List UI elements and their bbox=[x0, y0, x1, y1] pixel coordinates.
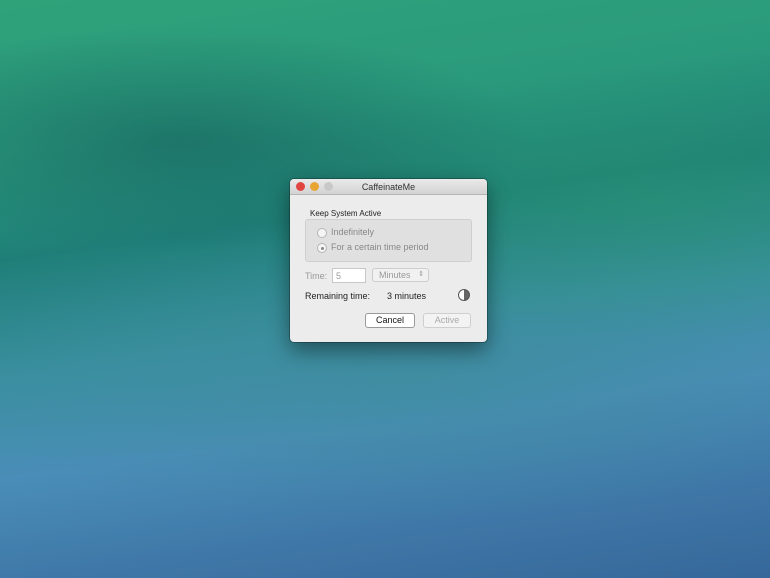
unit-value: Minutes bbox=[379, 270, 411, 280]
radio-selected-dot bbox=[321, 247, 324, 250]
radio-label-time-period[interactable]: For a certain time period bbox=[331, 242, 429, 252]
time-label: Time: bbox=[305, 271, 328, 281]
window-title: CaffeinateMe bbox=[361, 182, 416, 192]
group-label: Keep System Active bbox=[310, 209, 382, 218]
options-group: Indefinitely For a certain time period bbox=[305, 219, 472, 262]
half-circle-icon bbox=[458, 289, 470, 301]
radio-label-indefinitely[interactable]: Indefinitely bbox=[331, 227, 374, 237]
remaining-value: 3 minutes bbox=[387, 291, 427, 301]
zoom-button[interactable] bbox=[324, 182, 333, 191]
active-button[interactable]: Active bbox=[423, 313, 471, 328]
minimize-button[interactable] bbox=[310, 182, 319, 191]
time-input[interactable]: 5 bbox=[332, 268, 366, 283]
title-bar[interactable]: CaffeinateMe bbox=[290, 179, 487, 195]
close-button[interactable] bbox=[296, 182, 305, 191]
remaining-label: Remaining time: bbox=[305, 291, 371, 301]
cancel-button[interactable]: Cancel bbox=[365, 313, 415, 328]
caffeinateme-window: CaffeinateMe Keep System Active Indefini… bbox=[290, 179, 487, 342]
updown-chevron-icon: ⇕ bbox=[418, 271, 424, 278]
radio-time-period[interactable] bbox=[317, 243, 327, 253]
radio-indefinitely[interactable] bbox=[317, 228, 327, 238]
unit-popup[interactable]: Minutes ⇕ bbox=[372, 268, 429, 282]
